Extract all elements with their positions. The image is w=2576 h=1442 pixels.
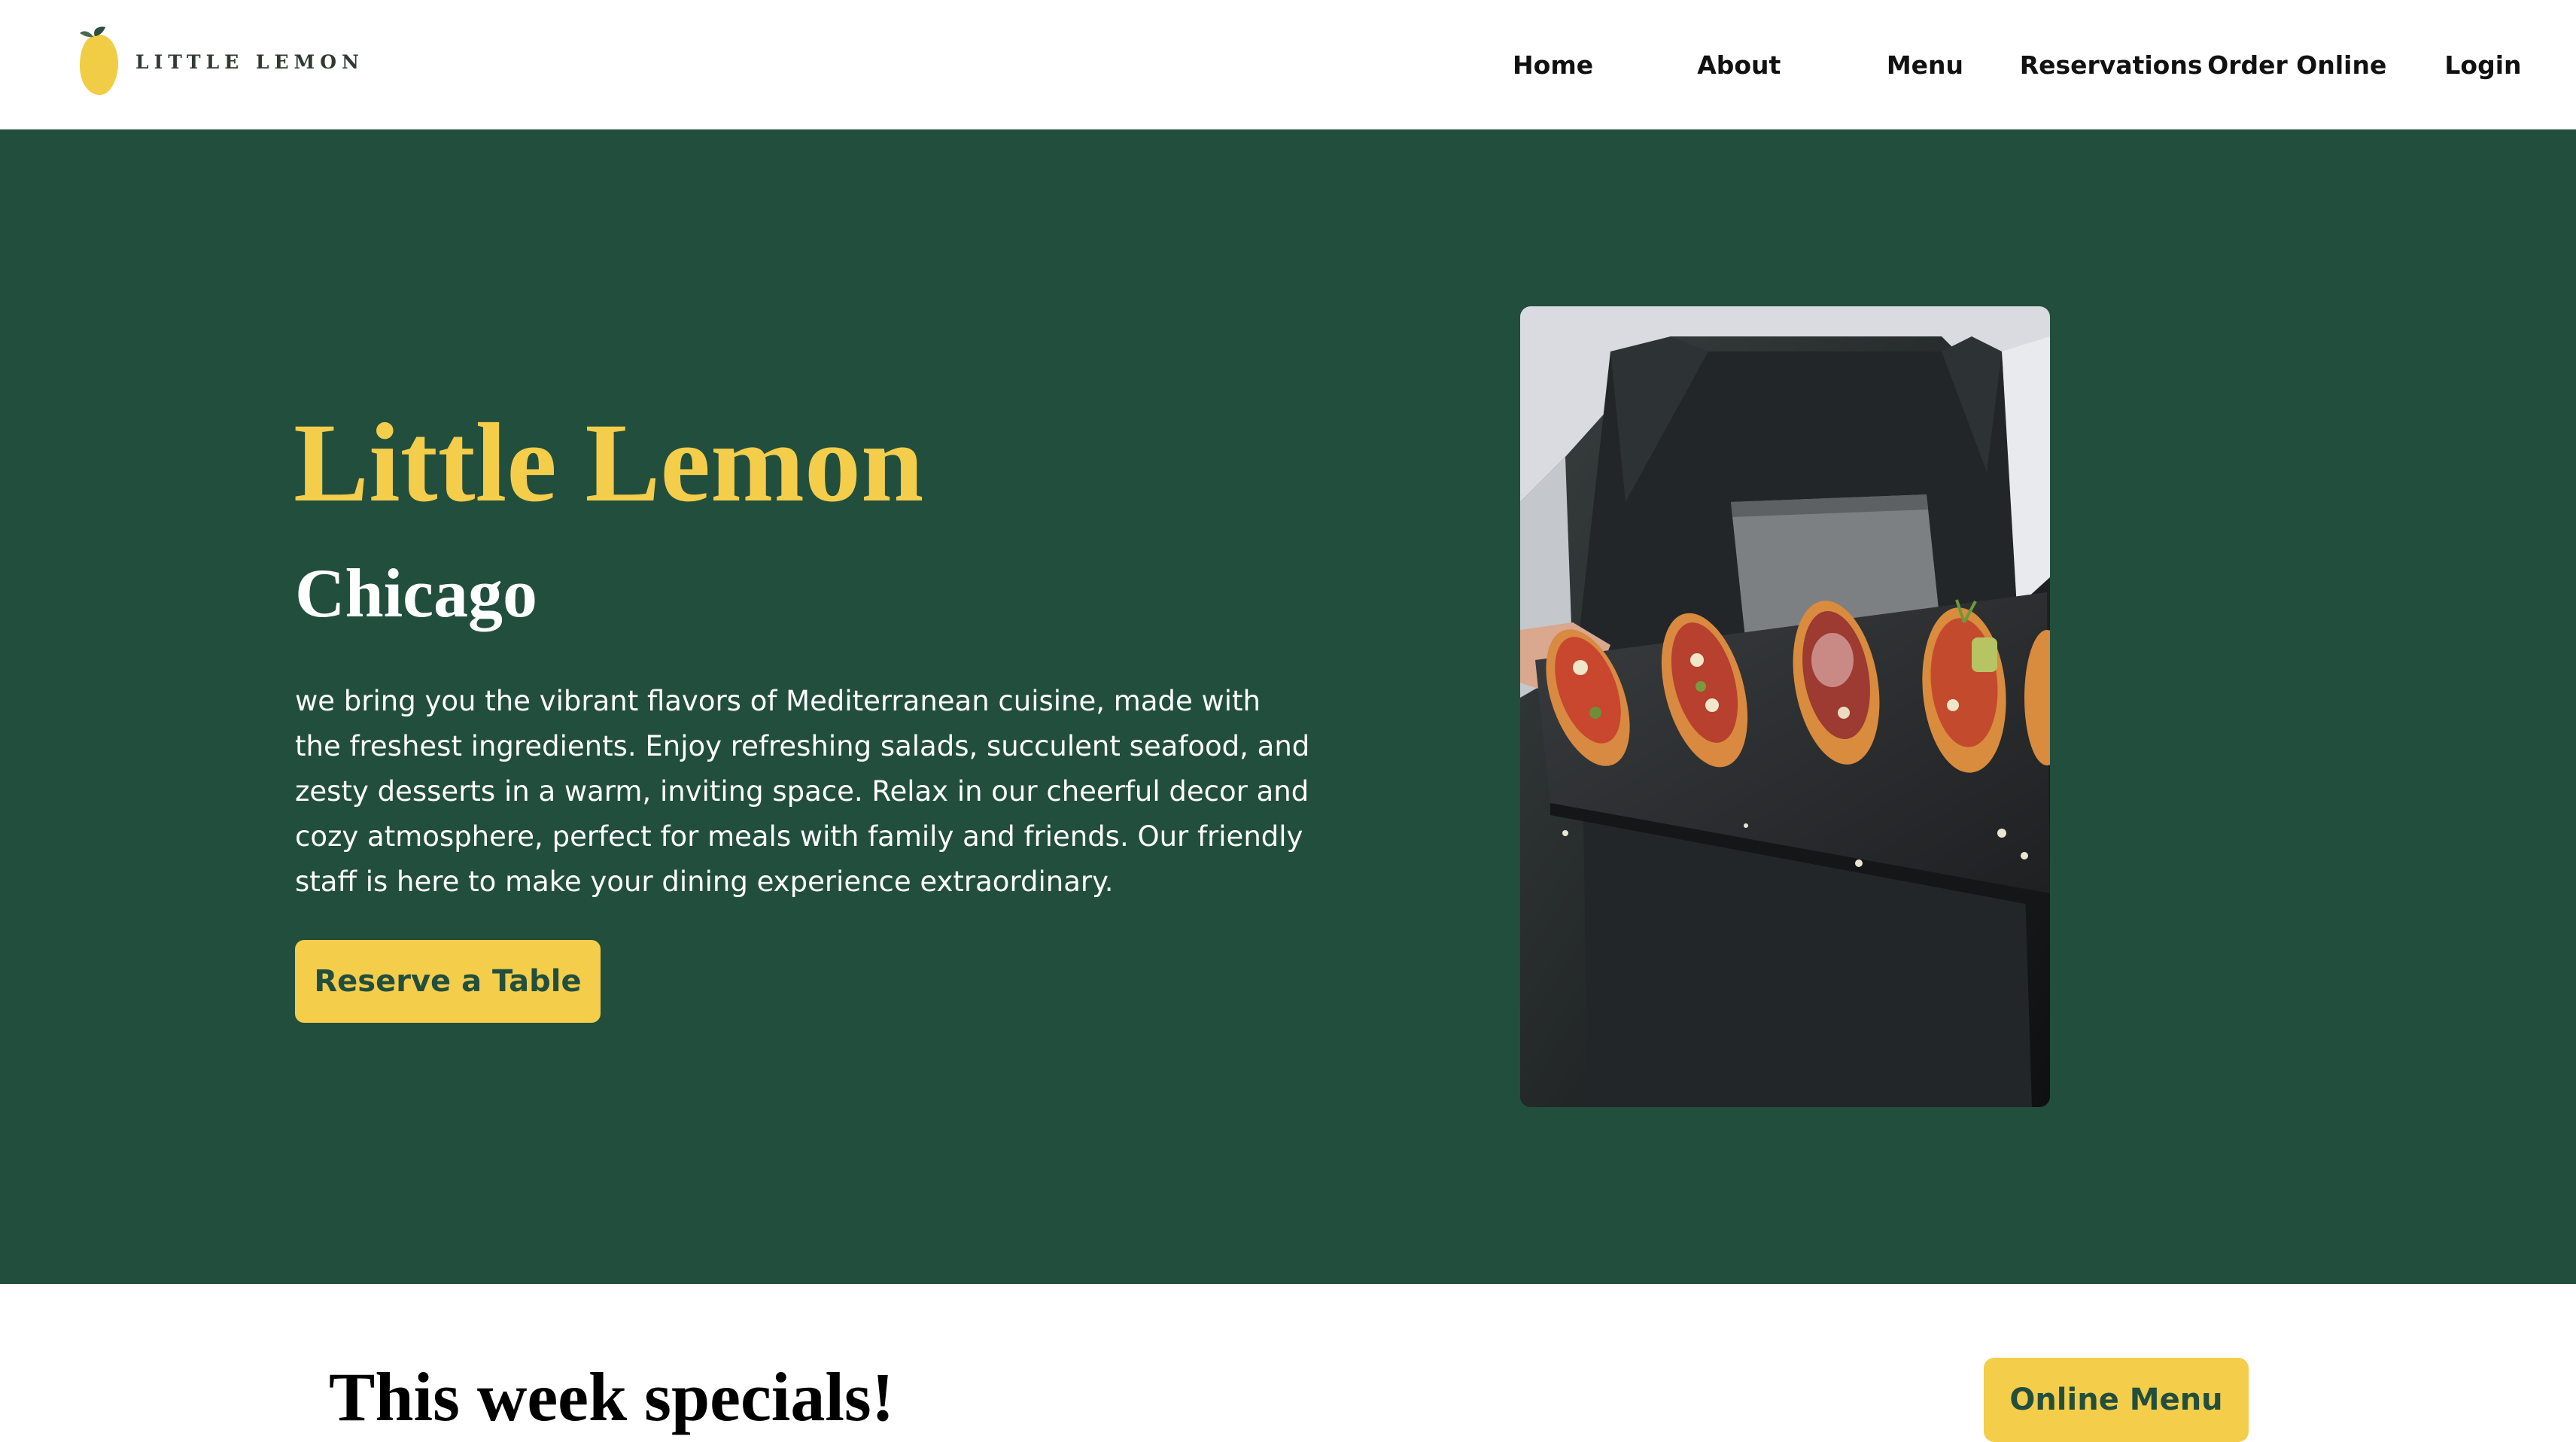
- hero-food-image: [1520, 306, 2050, 1107]
- lemon-logo-icon: [80, 26, 118, 96]
- specials-section: This week specials! Online Menu: [0, 1284, 2576, 1442]
- nav-login[interactable]: Login: [2390, 50, 2576, 80]
- site-header: LITTLE LEMON Home About Menu Reservation…: [0, 0, 2576, 129]
- nav-home[interactable]: Home: [1460, 50, 1646, 80]
- nav-reservations[interactable]: Reservations: [2018, 50, 2204, 80]
- specials-title: This week specials!: [329, 1358, 895, 1435]
- nav-menu[interactable]: Menu: [1832, 50, 2018, 80]
- nav-about[interactable]: About: [1646, 50, 1832, 80]
- hero-subtitle: Chicago: [295, 555, 537, 631]
- main-nav: Home About Menu Reservations Order Onlin…: [1460, 0, 2576, 129]
- logo[interactable]: LITTLE LEMON: [77, 26, 364, 98]
- hero-title: Little Lemon: [293, 400, 924, 525]
- hero-description: we bring you the vibrant flavors of Medi…: [295, 685, 1310, 898]
- reserve-table-button[interactable]: Reserve a Table: [295, 940, 601, 1023]
- nav-order-online[interactable]: Order Online: [2204, 50, 2390, 80]
- logo-text: LITTLE LEMON: [135, 50, 364, 73]
- online-menu-button[interactable]: Online Menu: [1984, 1358, 2249, 1442]
- hero-section: Little Lemon Chicago we bring you the vi…: [0, 129, 2576, 1284]
